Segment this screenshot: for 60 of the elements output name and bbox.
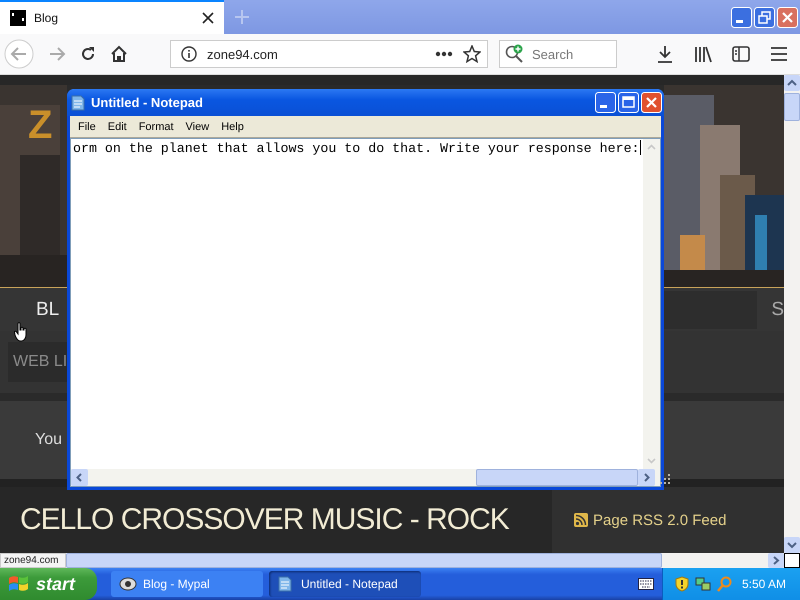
home-icon[interactable] [110, 45, 128, 63]
reload-icon[interactable] [80, 46, 96, 62]
taskbar-button[interactable]: Blog - Mypal [111, 571, 263, 597]
vertical-scrollbar[interactable] [784, 75, 800, 553]
windows-logo-icon [8, 574, 30, 594]
minimize-icon[interactable] [595, 92, 616, 113]
menu-item[interactable]: File [72, 120, 102, 132]
menu-item[interactable]: Format [132, 120, 180, 132]
menu-item[interactable]: View [180, 120, 216, 132]
typed-text: orm on the planet that allows you to do that. Write your response here: [73, 141, 640, 156]
scroll-right-icon[interactable] [638, 469, 655, 486]
scroll-thumb[interactable] [476, 469, 638, 486]
nav-link[interactable]: BL [36, 298, 60, 320]
clock: 5:50 AM [742, 577, 787, 591]
intro-text: You [35, 431, 62, 449]
page-heading: CELLO CROSSOVER MUSIC - ROCK [20, 503, 510, 537]
keyboard-icon[interactable] [638, 578, 654, 590]
network-icon[interactable] [695, 576, 711, 592]
start-button[interactable]: start [0, 568, 97, 600]
browser-tab[interactable]: Blog [0, 0, 224, 34]
scroll-down-icon[interactable] [784, 537, 800, 553]
feed-link[interactable]: Page RSS 2.0 Feed [593, 512, 726, 528]
restore-icon[interactable] [754, 6, 775, 28]
scroll-left-icon[interactable] [71, 469, 88, 486]
notepad-icon [71, 94, 85, 110]
taskbar-button[interactable]: Untitled - Notepad [269, 571, 421, 597]
library-icon[interactable] [694, 45, 712, 63]
close-icon[interactable] [202, 12, 214, 24]
menu-icon[interactable] [770, 46, 788, 62]
sidebar-icon[interactable] [732, 46, 750, 62]
window-title: Untitled - Notepad [91, 95, 203, 110]
status-text: zone94.com [0, 553, 66, 568]
star-icon[interactable] [463, 45, 481, 63]
info-icon [181, 46, 197, 62]
scroll-right-icon[interactable] [768, 553, 784, 568]
url-text: zone94.com [207, 46, 278, 62]
minimize-icon[interactable] [731, 6, 752, 28]
scroll-thumb[interactable] [784, 93, 800, 121]
scroll-thumb[interactable] [66, 553, 662, 568]
more-icon[interactable] [435, 51, 453, 57]
back-icon[interactable] [4, 39, 34, 69]
search-icon [505, 44, 525, 64]
download-icon[interactable] [656, 45, 674, 63]
menu-item[interactable]: Help [215, 120, 250, 132]
search-field[interactable]: Search [499, 40, 617, 68]
tab-title: Blog [34, 11, 58, 25]
eye-icon [119, 576, 137, 592]
menu-item[interactable]: Edit [102, 120, 133, 132]
scrollbar-corner [784, 553, 800, 568]
shield-icon[interactable] [675, 576, 689, 592]
text-cursor [640, 140, 641, 155]
address-bar[interactable]: zone94.com [170, 40, 488, 68]
scroll-up-icon[interactable] [784, 75, 800, 91]
search-field[interactable]: WEB LI [8, 342, 67, 382]
rss-icon[interactable] [574, 513, 588, 527]
maximize-icon[interactable] [618, 92, 639, 113]
hand-cursor-icon [14, 322, 28, 342]
nav-link[interactable]: S [771, 298, 784, 320]
page-icon [10, 10, 26, 26]
site-logo[interactable]: Z [28, 103, 52, 148]
